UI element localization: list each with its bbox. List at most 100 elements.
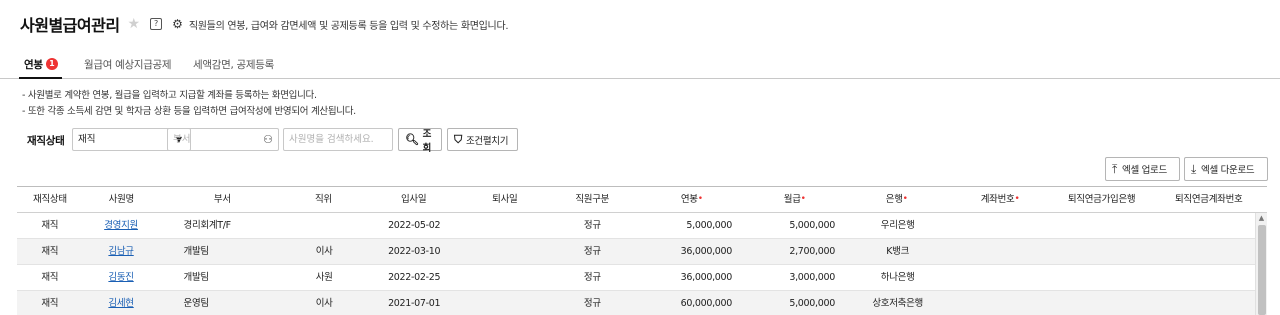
column-header-label: 연봉: [680, 194, 698, 205]
cell-pension-bank[interactable]: [1053, 291, 1151, 315]
tab-label: 세액감면, 공제등록: [193, 58, 274, 71]
status-filter-label: 재직상태: [27, 135, 65, 147]
column-header-label: 계좌번호: [980, 194, 1015, 205]
column-header-status[interactable]: 재직상태: [17, 187, 83, 212]
cell-status: 재직: [41, 298, 59, 309]
cell-name: 김세현: [83, 291, 160, 315]
cell-status: 재직: [41, 272, 59, 283]
table-header: 재직상태 사원명 부서 직위 입사일 퇴사일 직원구분 연봉• 월급• 은행• …: [17, 187, 1267, 213]
tab-label: 연봉: [24, 58, 43, 71]
cell-annual[interactable]: 36,000,000: [640, 239, 744, 264]
cell-monthly[interactable]: 3,000,000: [744, 265, 847, 290]
employee-link[interactable]: 김남규: [108, 246, 134, 257]
cell-join-date: 2022-02-25: [388, 272, 441, 283]
employee-link[interactable]: 김세현: [108, 298, 134, 309]
tab-annual-salary[interactable]: 연봉 1: [24, 57, 58, 71]
cell-bank[interactable]: K뱅크: [847, 239, 948, 264]
cell-leave-date: [466, 239, 545, 264]
cell-annual[interactable]: 5,000,000: [640, 213, 744, 238]
upload-icon: ⤒: [1112, 161, 1118, 176]
column-header-account[interactable]: 계좌번호•: [947, 187, 1052, 212]
scroll-thumb[interactable]: [1258, 225, 1266, 315]
employee-link[interactable]: 김동진: [108, 272, 134, 283]
cell-dept: 경리회계T/F: [183, 220, 232, 231]
table-row[interactable]: 재직 김세현 운영팀 이사 2021-07-01 정규 60,000,000 5…: [17, 291, 1267, 315]
cell-pension-account[interactable]: [1151, 265, 1267, 290]
cell-annual[interactable]: 60,000,000: [640, 291, 744, 315]
employee-search-input[interactable]: 사원명을 검색하세요.: [283, 128, 393, 151]
required-mark: •: [800, 194, 806, 204]
column-header-bank[interactable]: 은행•: [846, 187, 948, 212]
cell-pension-account[interactable]: [1151, 239, 1267, 264]
column-header-name[interactable]: 사원명: [83, 187, 160, 212]
cell-pension-bank[interactable]: [1053, 213, 1151, 238]
cell-bank[interactable]: 상호저축은행: [847, 291, 948, 315]
required-mark: •: [1014, 194, 1020, 204]
help-icon[interactable]: ?: [150, 18, 163, 30]
cell-account[interactable]: [948, 291, 1053, 315]
column-header-pension-bank[interactable]: 퇴직연금가입은행: [1053, 187, 1151, 212]
expand-conditions-label: 조건펼치기: [465, 135, 509, 147]
cell-pension-account[interactable]: [1151, 291, 1267, 315]
required-mark: •: [902, 194, 908, 204]
cell-emp-type: 정규: [583, 220, 601, 231]
org-chart-icon[interactable]: ⚇: [263, 129, 273, 150]
guide-note: - 또한 각종 소득세 감면 및 학자금 상환 등을 입력하면 급여작성에 반영…: [22, 106, 356, 117]
cell-bank[interactable]: 하나은행: [847, 265, 948, 290]
filter-bar: 재직상태 재직 ▼ 부서 ⚇ 사원명을 검색하세요. 🔍︎ 조회 ⛉ 조건펼치기: [27, 128, 627, 154]
filter-icon: ⛉: [454, 132, 462, 146]
dept-input[interactable]: 부서 ⚇: [167, 128, 279, 151]
cell-monthly[interactable]: 5,000,000: [744, 291, 847, 315]
cell-status: 재직: [41, 220, 59, 231]
employee-search-placeholder: 사원명을 검색하세요.: [289, 134, 374, 145]
search-button[interactable]: 🔍︎ 조회: [398, 128, 442, 154]
scroll-up-icon[interactable]: ▲: [1256, 213, 1267, 223]
excel-download-button[interactable]: ⤓ 엑셀 다운로드: [1184, 157, 1268, 181]
cell-monthly[interactable]: 5,000,000: [744, 213, 847, 238]
cell-pension-bank[interactable]: [1053, 265, 1151, 290]
cell-account[interactable]: [948, 265, 1053, 290]
gear-icon[interactable]: ⚙: [172, 17, 183, 31]
page-title: 사원별급여관리: [20, 16, 120, 35]
tab-tax-deduction[interactable]: 세액감면, 공제등록: [193, 57, 274, 71]
table-row[interactable]: 재직 경영지원 경리회계T/F 2022-05-02 정규 5,000,000 …: [17, 213, 1267, 239]
cell-account[interactable]: [948, 239, 1053, 264]
cell-emp-type: 정규: [583, 272, 601, 283]
column-header-pension-account[interactable]: 퇴직연금계좌번호: [1150, 187, 1267, 212]
star-icon[interactable]: ★: [128, 16, 141, 32]
tab-badge: 1: [45, 58, 58, 70]
cell-account[interactable]: [948, 213, 1053, 238]
excel-upload-label: 엑셀 업로드: [1122, 165, 1167, 176]
column-header-annual[interactable]: 연봉•: [640, 187, 743, 212]
cell-leave-date: [466, 213, 545, 238]
table-row[interactable]: 재직 김동진 개발팀 사원 2022-02-25 정규 36,000,000 3…: [17, 265, 1267, 291]
guide-note: - 사원별로 계약한 연봉, 월급을 입력하고 지급할 계좌를 등록하는 화면입…: [22, 90, 317, 101]
excel-upload-button[interactable]: ⤒ 엑셀 업로드: [1105, 157, 1180, 181]
column-header-label: 월급: [783, 194, 801, 205]
active-tab-indicator: [19, 77, 62, 79]
table-scrollbar[interactable]: ▲: [1255, 213, 1267, 315]
cell-dept: 개발팀: [183, 272, 210, 283]
cell-name: 경영지원: [83, 213, 160, 238]
tab-monthly-payment[interactable]: 월급여 예상지급공제: [84, 57, 172, 71]
column-header-join-date[interactable]: 입사일: [362, 187, 465, 212]
cell-pension-bank[interactable]: [1053, 239, 1151, 264]
column-header-emp-type[interactable]: 직원구분: [544, 187, 640, 212]
column-header-dept[interactable]: 부서: [160, 187, 285, 212]
cell-bank[interactable]: 우리은행: [847, 213, 948, 238]
cell-position: 이사: [315, 298, 333, 309]
download-icon: ⤓: [1191, 161, 1197, 176]
cell-emp-type: 정규: [583, 298, 601, 309]
column-header-leave-date[interactable]: 퇴사일: [465, 187, 544, 212]
employee-link[interactable]: 경영지원: [104, 220, 138, 231]
cell-monthly[interactable]: 2,700,000: [744, 239, 847, 264]
expand-conditions-button[interactable]: ⛉ 조건펼치기: [447, 128, 518, 151]
column-header-position[interactable]: 직위: [285, 187, 362, 212]
page-header: 사원별급여관리 ★ ? ⚙ 직원들의 연봉, 급여와 감면세액 및 공제등록 등…: [20, 12, 509, 36]
column-header-monthly[interactable]: 월급•: [744, 187, 846, 212]
cell-position: 이사: [315, 246, 333, 257]
tab-bar: 연봉 1 월급여 예상지급공제 세액감면, 공제등록: [0, 54, 1280, 79]
cell-pension-account[interactable]: [1151, 213, 1267, 238]
table-row[interactable]: 재직 김남규 개발팀 이사 2022-03-10 정규 36,000,000 2…: [17, 239, 1267, 265]
cell-annual[interactable]: 36,000,000: [640, 265, 744, 290]
